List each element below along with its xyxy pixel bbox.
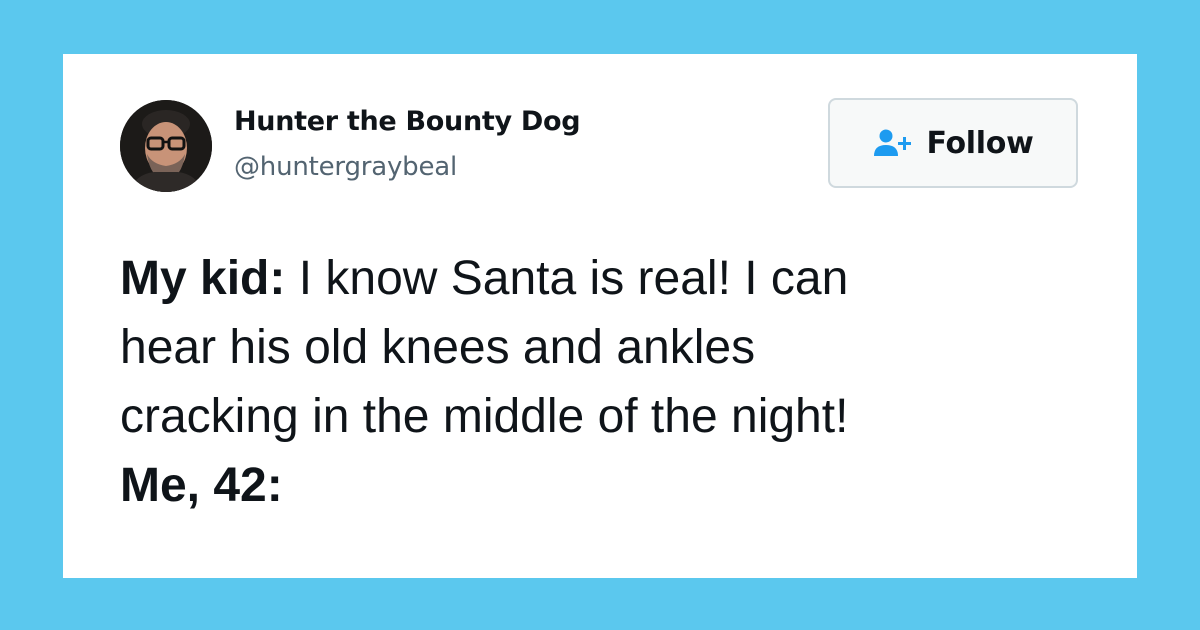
tweet-speaker-me: Me, 42:	[120, 459, 283, 512]
add-user-icon	[873, 128, 915, 158]
author-display-name[interactable]: Hunter the Bounty Dog	[234, 106, 581, 137]
avatar[interactable]	[120, 100, 212, 192]
profile-photo-icon	[120, 100, 212, 192]
tweet-line-4: Me, 42:	[120, 451, 1110, 520]
author-handle[interactable]: @huntergraybeal	[234, 152, 457, 182]
follow-button-label: Follow	[926, 125, 1034, 161]
tweet-card: Hunter the Bounty Dog @huntergraybeal Fo…	[63, 54, 1137, 578]
tweet-speaker-kid: My kid:	[120, 252, 286, 305]
tweet-line-1-text: I know Santa is real! I can	[285, 252, 849, 305]
tweet-line-3: cracking in the middle of the night!	[120, 390, 849, 443]
tweet-line-2: hear his old knees and ankles	[120, 321, 756, 374]
tweet-text: My kid: I know Santa is real! I can hear…	[120, 244, 1110, 520]
tweet-line-1: My kid: I know Santa is real! I can	[120, 244, 1110, 313]
follow-button[interactable]: Follow	[828, 98, 1078, 188]
